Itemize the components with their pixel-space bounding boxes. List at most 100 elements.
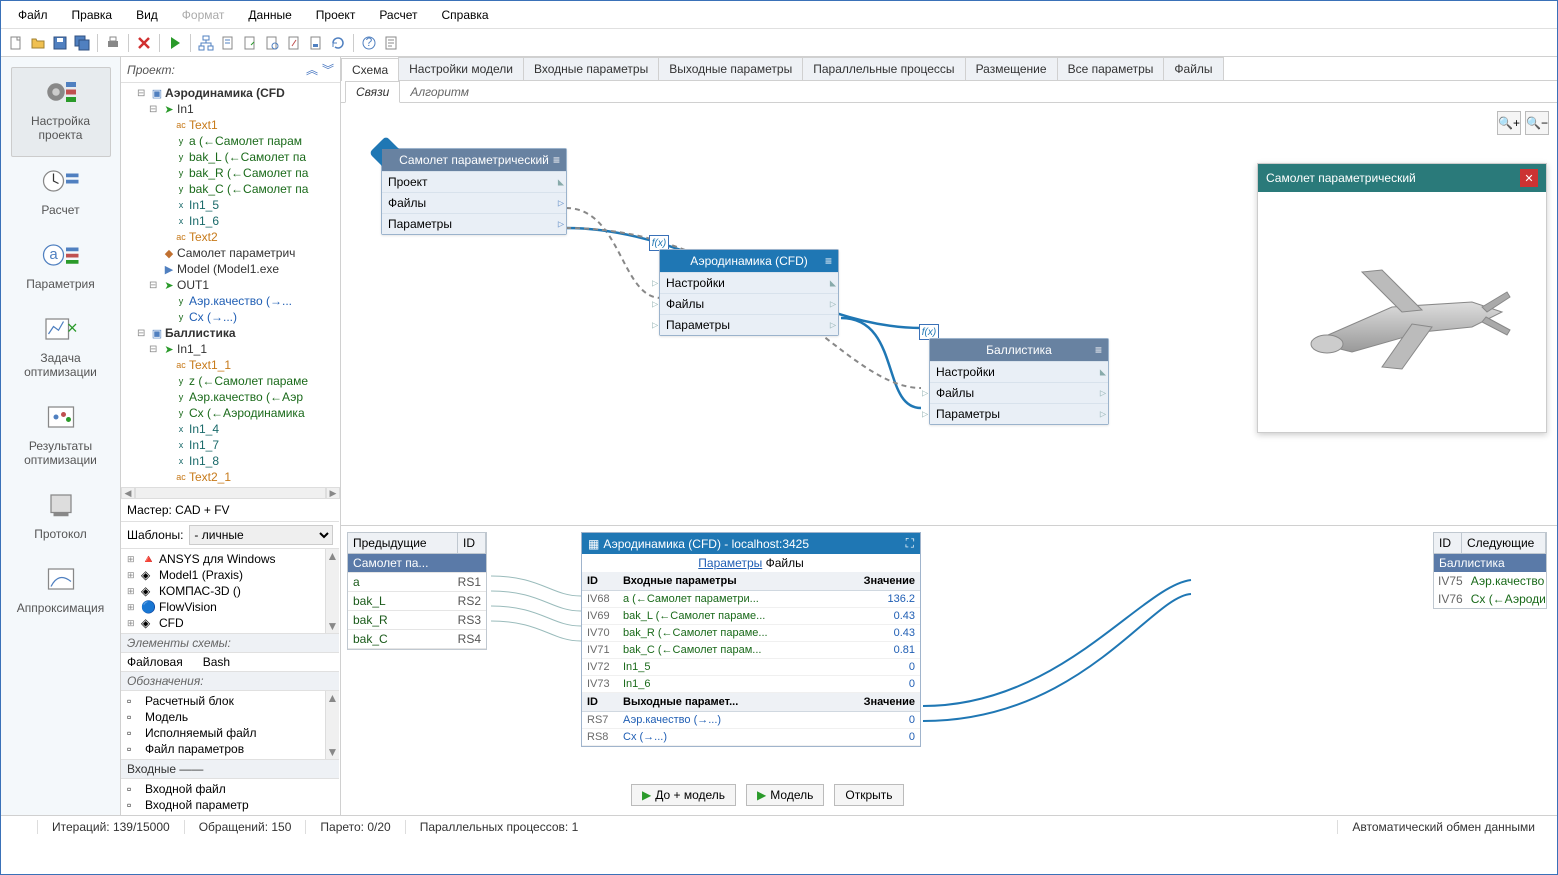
tree-icon[interactable] <box>196 33 216 53</box>
btn-model[interactable]: ▶Модель <box>746 784 824 806</box>
vscroll[interactable]: ▲▼ <box>325 549 339 633</box>
table-row[interactable]: IV73In1_60 <box>582 676 920 693</box>
tree-node[interactable]: ⊟➤OUT1 <box>127 277 338 293</box>
node-row[interactable]: Настройки <box>936 365 995 379</box>
tree-node[interactable]: yCx (→...) <box>127 309 338 325</box>
table-row[interactable]: RS7Аэр.качество (→...)0 <box>582 712 920 729</box>
subtab-algorithm[interactable]: Алгоритм <box>400 82 479 102</box>
menu-project[interactable]: Проект <box>304 4 368 26</box>
table-row[interactable]: RS8Cx (→...)0 <box>582 729 920 746</box>
table-row[interactable]: aRS1 <box>348 573 486 592</box>
table-row[interactable]: bak_RRS3 <box>348 611 486 630</box>
previous-table[interactable]: Предыдущие ID Самолет па... aRS1bak_LRS2… <box>347 532 487 650</box>
elem-tab-file[interactable]: Файловая <box>127 655 183 669</box>
tab-files[interactable]: Файлы <box>1163 57 1223 80</box>
menu-edit[interactable]: Правка <box>60 4 125 26</box>
tab-model-settings[interactable]: Настройки модели <box>398 57 524 80</box>
doc4-icon[interactable] <box>284 33 304 53</box>
menu-data[interactable]: Данные <box>236 4 303 26</box>
hamburger-icon[interactable]: ≡ <box>1095 343 1102 357</box>
new-icon[interactable] <box>6 33 26 53</box>
node-row[interactable]: Параметры <box>936 407 1000 421</box>
node-samolet[interactable]: Самолет параметрический ≡ Проект◣ Файлы▷… <box>381 148 567 235</box>
collapse-up-icon[interactable]: ︽ <box>306 61 318 78</box>
close-icon[interactable]: ✕ <box>1520 169 1538 187</box>
node-row[interactable]: Настройки <box>666 276 725 290</box>
menu-file[interactable]: Файл <box>6 4 60 26</box>
param-block[interactable]: ▦ Аэродинамика (CFD) - localhost:3425 ⛶ … <box>581 532 921 747</box>
table-row[interactable]: IV72In1_50 <box>582 659 920 676</box>
tree-node[interactable]: xIn1_7 <box>127 437 338 453</box>
open-icon[interactable] <box>28 33 48 53</box>
tree-node[interactable]: yАэр.качество (→... <box>127 293 338 309</box>
tree-node[interactable]: xIn1_8 <box>127 453 338 469</box>
node-aero[interactable]: Аэродинамика (CFD) ≡ ▷Настройки◣ ▷Файлы▷… <box>659 249 839 336</box>
elem-tab-bash[interactable]: Bash <box>203 655 230 669</box>
doc1-icon[interactable] <box>218 33 238 53</box>
btn-do-model[interactable]: ▶До + модель <box>631 784 736 806</box>
print-icon[interactable] <box>103 33 123 53</box>
template-item[interactable]: ⊞◈CFD <box>125 615 321 631</box>
template-item[interactable]: ⊞🔵FlowVision <box>125 599 321 615</box>
preview-panel[interactable]: Самолет параметрический ✕ <box>1257 163 1547 433</box>
template-item[interactable]: ⊞◈КОМПАС-3D () <box>125 583 321 599</box>
tree-node[interactable]: ⊟▣Аэродинамика (CFD <box>127 85 338 101</box>
run-icon[interactable] <box>165 33 185 53</box>
tree-node[interactable]: yCx (←Аэродинамика <box>127 405 338 421</box>
next-table[interactable]: ID Следующие Баллистика IV75Аэр.качество… <box>1433 532 1547 609</box>
tree-node[interactable]: ya (←Самолет парам <box>127 133 338 149</box>
tree-node[interactable]: xIn1_4 <box>127 421 338 437</box>
tree-node[interactable]: ▶Model (Model1.exe <box>127 261 338 277</box>
tab-placement[interactable]: Размещение <box>965 57 1058 80</box>
tree-node[interactable]: ybak_L (←Самолет па <box>127 149 338 165</box>
node-row[interactable]: Файлы <box>388 196 426 210</box>
sidebar-item-results[interactable]: Результаты оптимизации <box>11 393 111 481</box>
notes-icon[interactable] <box>381 33 401 53</box>
diagram-canvas[interactable]: 🔍+ 🔍− Самолет параметрический ≡ Проект◣ … <box>341 103 1557 525</box>
sidebar-item-project-settings[interactable]: Настройка проекта <box>11 67 111 157</box>
tree-node[interactable]: ◆Самолет параметрич <box>127 245 338 261</box>
tree-node[interactable]: yАэр.качество (←Аэр <box>127 389 338 405</box>
hamburger-icon[interactable]: ≡ <box>553 153 560 167</box>
delete-icon[interactable] <box>134 33 154 53</box>
params-link[interactable]: Параметры <box>698 556 762 570</box>
tree-node[interactable]: xIn1_5 <box>127 197 338 213</box>
tree-node[interactable]: yz (←Самолет параме <box>127 373 338 389</box>
table-row[interactable]: IV71bak_C (←Самолет парам...0.81 <box>582 642 920 659</box>
table-row[interactable]: bak_CRS4 <box>348 630 486 649</box>
expand-icon[interactable]: ⛶ <box>906 536 914 551</box>
table-row[interactable]: bak_LRS2 <box>348 592 486 611</box>
hamburger-icon[interactable]: ≡ <box>825 254 832 268</box>
tree-node[interactable]: xIn1_6 <box>127 213 338 229</box>
subtab-links[interactable]: Связи <box>345 81 400 103</box>
preview-3d-view[interactable] <box>1258 192 1546 432</box>
collapse-down-icon[interactable]: ︾ <box>322 61 334 78</box>
vscroll[interactable]: ▲▼ <box>325 691 339 759</box>
tree-node[interactable]: ybak_R (←Самолет па <box>127 165 338 181</box>
menu-help[interactable]: Справка <box>429 4 500 26</box>
menu-calc[interactable]: Расчет <box>367 4 429 26</box>
save-icon[interactable] <box>50 33 70 53</box>
tab-schema[interactable]: Схема <box>341 58 399 81</box>
templates-select[interactable]: - личные <box>189 525 333 545</box>
zoom-in-icon[interactable]: 🔍+ <box>1497 111 1521 135</box>
node-row[interactable]: Проект <box>388 175 428 189</box>
tree-node[interactable]: acText2_1 <box>127 469 338 485</box>
btn-open[interactable]: Открыть <box>834 784 903 806</box>
table-row[interactable]: IV69bak_L (←Самолет параме...0.43 <box>582 608 920 625</box>
tree-node[interactable]: ⊟➤In1 <box>127 101 338 117</box>
sidebar-item-optimization[interactable]: Задача оптимизации <box>11 305 111 393</box>
node-ballistics[interactable]: Баллистика ≡ Настройки◣ ▷Файлы▷ ▷Парамет… <box>929 338 1109 425</box>
table-row[interactable]: IV70bak_R (←Самолет параме...0.43 <box>582 625 920 642</box>
tree-node[interactable]: ⊟▣Баллистика <box>127 325 338 341</box>
doc5-icon[interactable] <box>306 33 326 53</box>
selected-prev[interactable]: Самолет па... <box>348 554 458 572</box>
sidebar-item-parametry[interactable]: a Параметрия <box>11 231 111 305</box>
template-item[interactable]: ⊞◈Model1 (Praxis) <box>125 567 321 583</box>
doc3-icon[interactable] <box>262 33 282 53</box>
sidebar-item-calc[interactable]: Расчет <box>11 157 111 231</box>
doc2-icon[interactable] <box>240 33 260 53</box>
save-all-icon[interactable] <box>72 33 92 53</box>
node-row[interactable]: Файлы <box>936 386 974 400</box>
menu-view[interactable]: Вид <box>124 4 170 26</box>
